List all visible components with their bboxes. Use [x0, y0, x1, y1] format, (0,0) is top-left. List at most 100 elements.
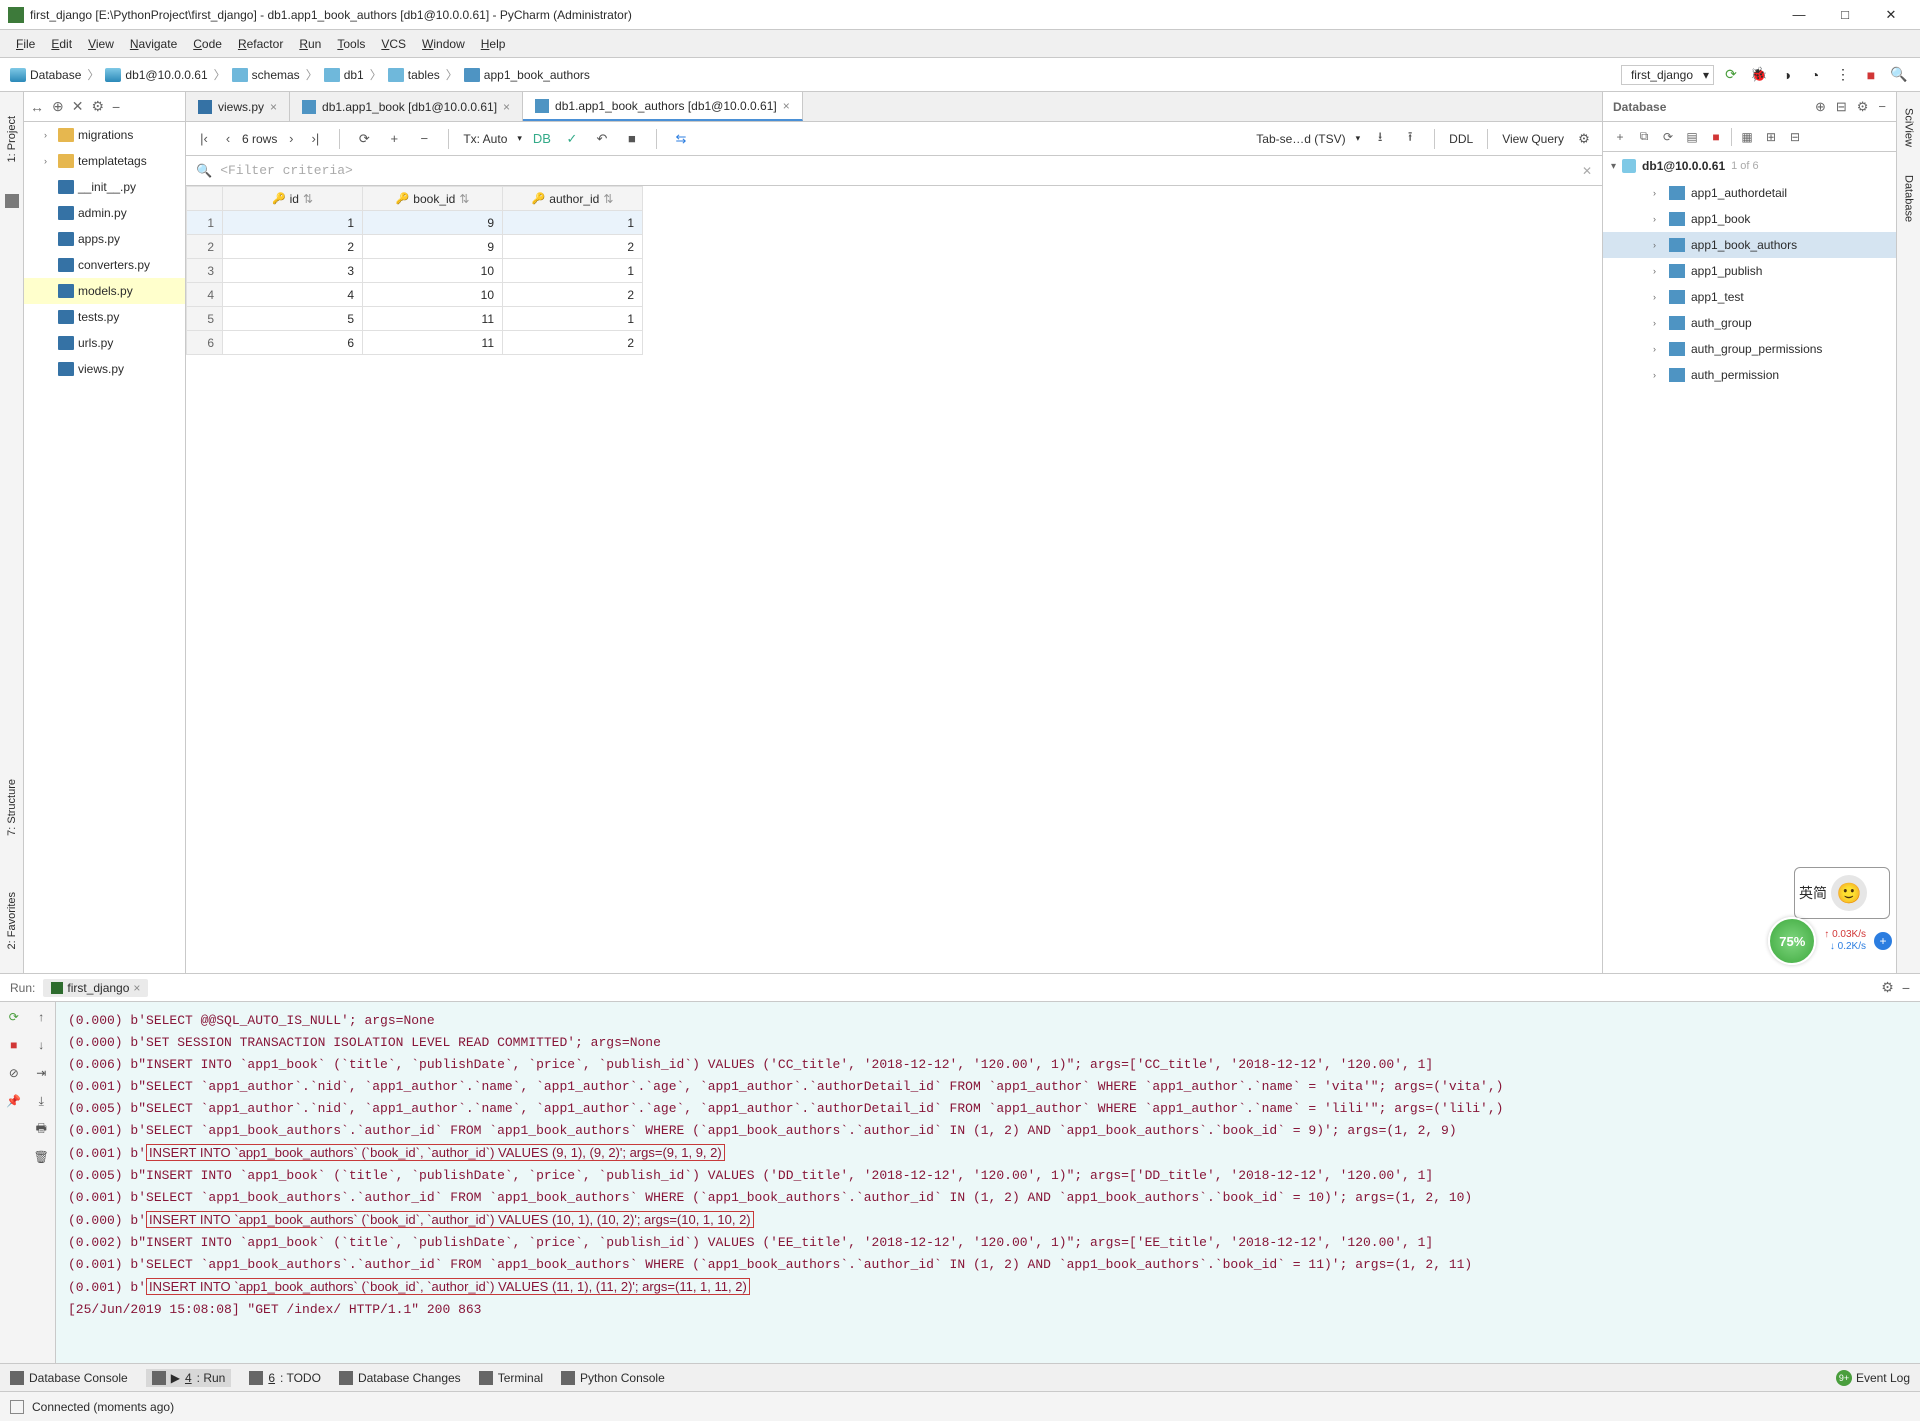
add-datasource-icon[interactable]: ⊕	[1815, 99, 1826, 115]
project-file-__init__.py[interactable]: __init__.py	[24, 174, 185, 200]
editor-tab[interactable]: views.py×	[186, 92, 290, 121]
table-row[interactable]: 44102	[187, 283, 643, 307]
project-file-admin.py[interactable]: admin.py	[24, 200, 185, 226]
stop-action-icon[interactable]: ■	[1860, 64, 1882, 86]
new-icon[interactable]: +	[1611, 128, 1629, 146]
column-header[interactable]: 🔑author_id ⇅	[503, 187, 643, 211]
db-table-node[interactable]: ›auth_permission	[1603, 362, 1896, 388]
export-icon[interactable]: ⭳	[1370, 129, 1390, 149]
table-row[interactable]: 66112	[187, 331, 643, 355]
datasource-node[interactable]: ▾ db1@10.0.0.61 1 of 6	[1603, 152, 1896, 180]
table-row[interactable]: 2292	[187, 235, 643, 259]
maximize-button[interactable]: □	[1824, 4, 1866, 26]
add-row-icon[interactable]: +	[384, 129, 404, 149]
reload-icon[interactable]: ⟳	[354, 129, 374, 149]
data-extractor[interactable]: Tab-se…d (TSV)	[1256, 132, 1345, 146]
menu-run[interactable]: Run	[291, 37, 329, 51]
transpose-icon[interactable]: ⊞	[1762, 128, 1780, 146]
tool-window-6-todo[interactable]: 6: TODO	[249, 1371, 321, 1385]
project-file-views.py[interactable]: views.py	[24, 356, 185, 382]
view-mode-icon[interactable]: ⊟	[1836, 99, 1847, 115]
menu-navigate[interactable]: Navigate	[122, 37, 185, 51]
breadcrumb-database[interactable]: Database	[10, 68, 81, 82]
stop-icon[interactable]: ■	[5, 1036, 23, 1054]
favorites-tool-button[interactable]: 2: Favorites	[6, 888, 18, 953]
run-settings-icon[interactable]: ⚙	[1881, 979, 1894, 996]
project-tool-2[interactable]: ✕	[72, 98, 84, 115]
submit-icon[interactable]: ✓	[562, 129, 582, 149]
project-tool-0[interactable]: ↔	[30, 99, 44, 115]
project-file-apps.py[interactable]: apps.py	[24, 226, 185, 252]
menu-vcs[interactable]: VCS	[373, 37, 414, 51]
filter-icon[interactable]: ▤	[1683, 128, 1701, 146]
debug-action-icon[interactable]: 🐞	[1748, 64, 1770, 86]
run-config-chip[interactable]: first_django×	[43, 979, 148, 997]
table-row[interactable]: 55111	[187, 307, 643, 331]
network-widget[interactable]: 75% ↑ 0.03K/s↓ 0.2K/s +	[1768, 917, 1892, 965]
tool-window-4-run[interactable]: ▶ 4: Run	[146, 1369, 232, 1387]
cancel-query-icon[interactable]: ■	[622, 129, 642, 149]
project-tree[interactable]: ›migrations›templatetags__init__.pyadmin…	[24, 122, 185, 973]
db-table-node[interactable]: ›auth_group	[1603, 310, 1896, 336]
menu-edit[interactable]: Edit	[43, 37, 80, 51]
project-file-templatetags[interactable]: ›templatetags	[24, 148, 185, 174]
up-icon[interactable]: ↑	[32, 1008, 50, 1026]
db-table-node[interactable]: ›app1_book	[1603, 206, 1896, 232]
breadcrumb-table[interactable]: app1_book_authors	[464, 68, 590, 82]
close-tab-icon[interactable]: ×	[270, 100, 277, 114]
db-table-node[interactable]: ›app1_book_authors	[1603, 232, 1896, 258]
data-grid[interactable]: 🔑id ⇅🔑book_id ⇅🔑author_id ⇅1191229233101…	[186, 186, 1602, 973]
scroll-icon[interactable]: ⤓	[32, 1092, 50, 1110]
ddl-button[interactable]: DDL	[1449, 132, 1473, 146]
project-file-migrations[interactable]: ›migrations	[24, 122, 185, 148]
menu-tools[interactable]: Tools	[329, 37, 373, 51]
tool-window-terminal[interactable]: Terminal	[479, 1371, 543, 1385]
menu-view[interactable]: View	[80, 37, 122, 51]
import-icon[interactable]: ⭱	[1400, 129, 1420, 149]
close-tab-icon[interactable]: ×	[133, 981, 140, 995]
project-file-tests.py[interactable]: tests.py	[24, 304, 185, 330]
ime-widget[interactable]: 英简 🙂	[1794, 867, 1890, 919]
refresh-icon[interactable]: ⟳	[1659, 128, 1677, 146]
db-table-node[interactable]: ›app1_authordetail	[1603, 180, 1896, 206]
pin-icon[interactable]: 📌	[5, 1092, 23, 1110]
event-log-button[interactable]: 9+Event Log	[1836, 1370, 1910, 1386]
profile-action-icon[interactable]: ◔	[1804, 64, 1826, 86]
db-table-node[interactable]: ›app1_test	[1603, 284, 1896, 310]
duplicate-icon[interactable]: ⧉	[1635, 128, 1653, 146]
commit-icon[interactable]: DB	[532, 129, 552, 149]
pause-icon[interactable]: ⊘	[5, 1064, 23, 1082]
tool-window-database-console[interactable]: Database Console	[10, 1371, 128, 1385]
next-page-icon[interactable]: ›	[281, 129, 301, 149]
breadcrumb-tables[interactable]: tables	[388, 68, 440, 82]
first-page-icon[interactable]: |‹	[194, 129, 214, 149]
table-row[interactable]: 33101	[187, 259, 643, 283]
menu-refactor[interactable]: Refactor	[230, 37, 291, 51]
structure-tool-button[interactable]: 7: Structure	[6, 775, 18, 840]
jump-to-console-icon[interactable]: ▦	[1738, 128, 1756, 146]
db-table-node[interactable]: ›auth_group_permissions	[1603, 336, 1896, 362]
prev-page-icon[interactable]: ‹	[218, 129, 238, 149]
project-tool-4[interactable]: −	[112, 99, 120, 115]
menu-help[interactable]: Help	[473, 37, 514, 51]
project-file-converters.py[interactable]: converters.py	[24, 252, 185, 278]
editor-tab[interactable]: db1.app1_book [db1@10.0.0.61]×	[290, 92, 523, 121]
close-button[interactable]: ✕	[1870, 4, 1912, 26]
database-tool-button[interactable]: Database	[1903, 171, 1915, 226]
attach-action-icon[interactable]: ⋮	[1832, 64, 1854, 86]
clear-icon[interactable]: 🗑	[32, 1148, 50, 1166]
db-table-node[interactable]: ›app1_publish	[1603, 258, 1896, 284]
editor-tab[interactable]: db1.app1_book_authors [db1@10.0.0.61]×	[523, 92, 803, 121]
column-header[interactable]: 🔑book_id ⇅	[363, 187, 503, 211]
sciview-tool-button[interactable]: SciView	[1903, 104, 1915, 151]
project-file-urls.py[interactable]: urls.py	[24, 330, 185, 356]
breadcrumb-datasource[interactable]: db1@10.0.0.61	[105, 68, 207, 82]
pin-tab-icon[interactable]: ⇆	[671, 129, 691, 149]
tool-window-database-changes[interactable]: Database Changes	[339, 1371, 461, 1385]
minimize-button[interactable]: —	[1778, 4, 1820, 26]
stop-icon[interactable]: ■	[1707, 128, 1725, 146]
menu-file[interactable]: File	[8, 37, 43, 51]
clear-filter-icon[interactable]: ✕	[1582, 164, 1592, 178]
breadcrumb-schemas[interactable]: schemas	[232, 68, 300, 82]
collapse-icon[interactable]: ⊟	[1786, 128, 1804, 146]
